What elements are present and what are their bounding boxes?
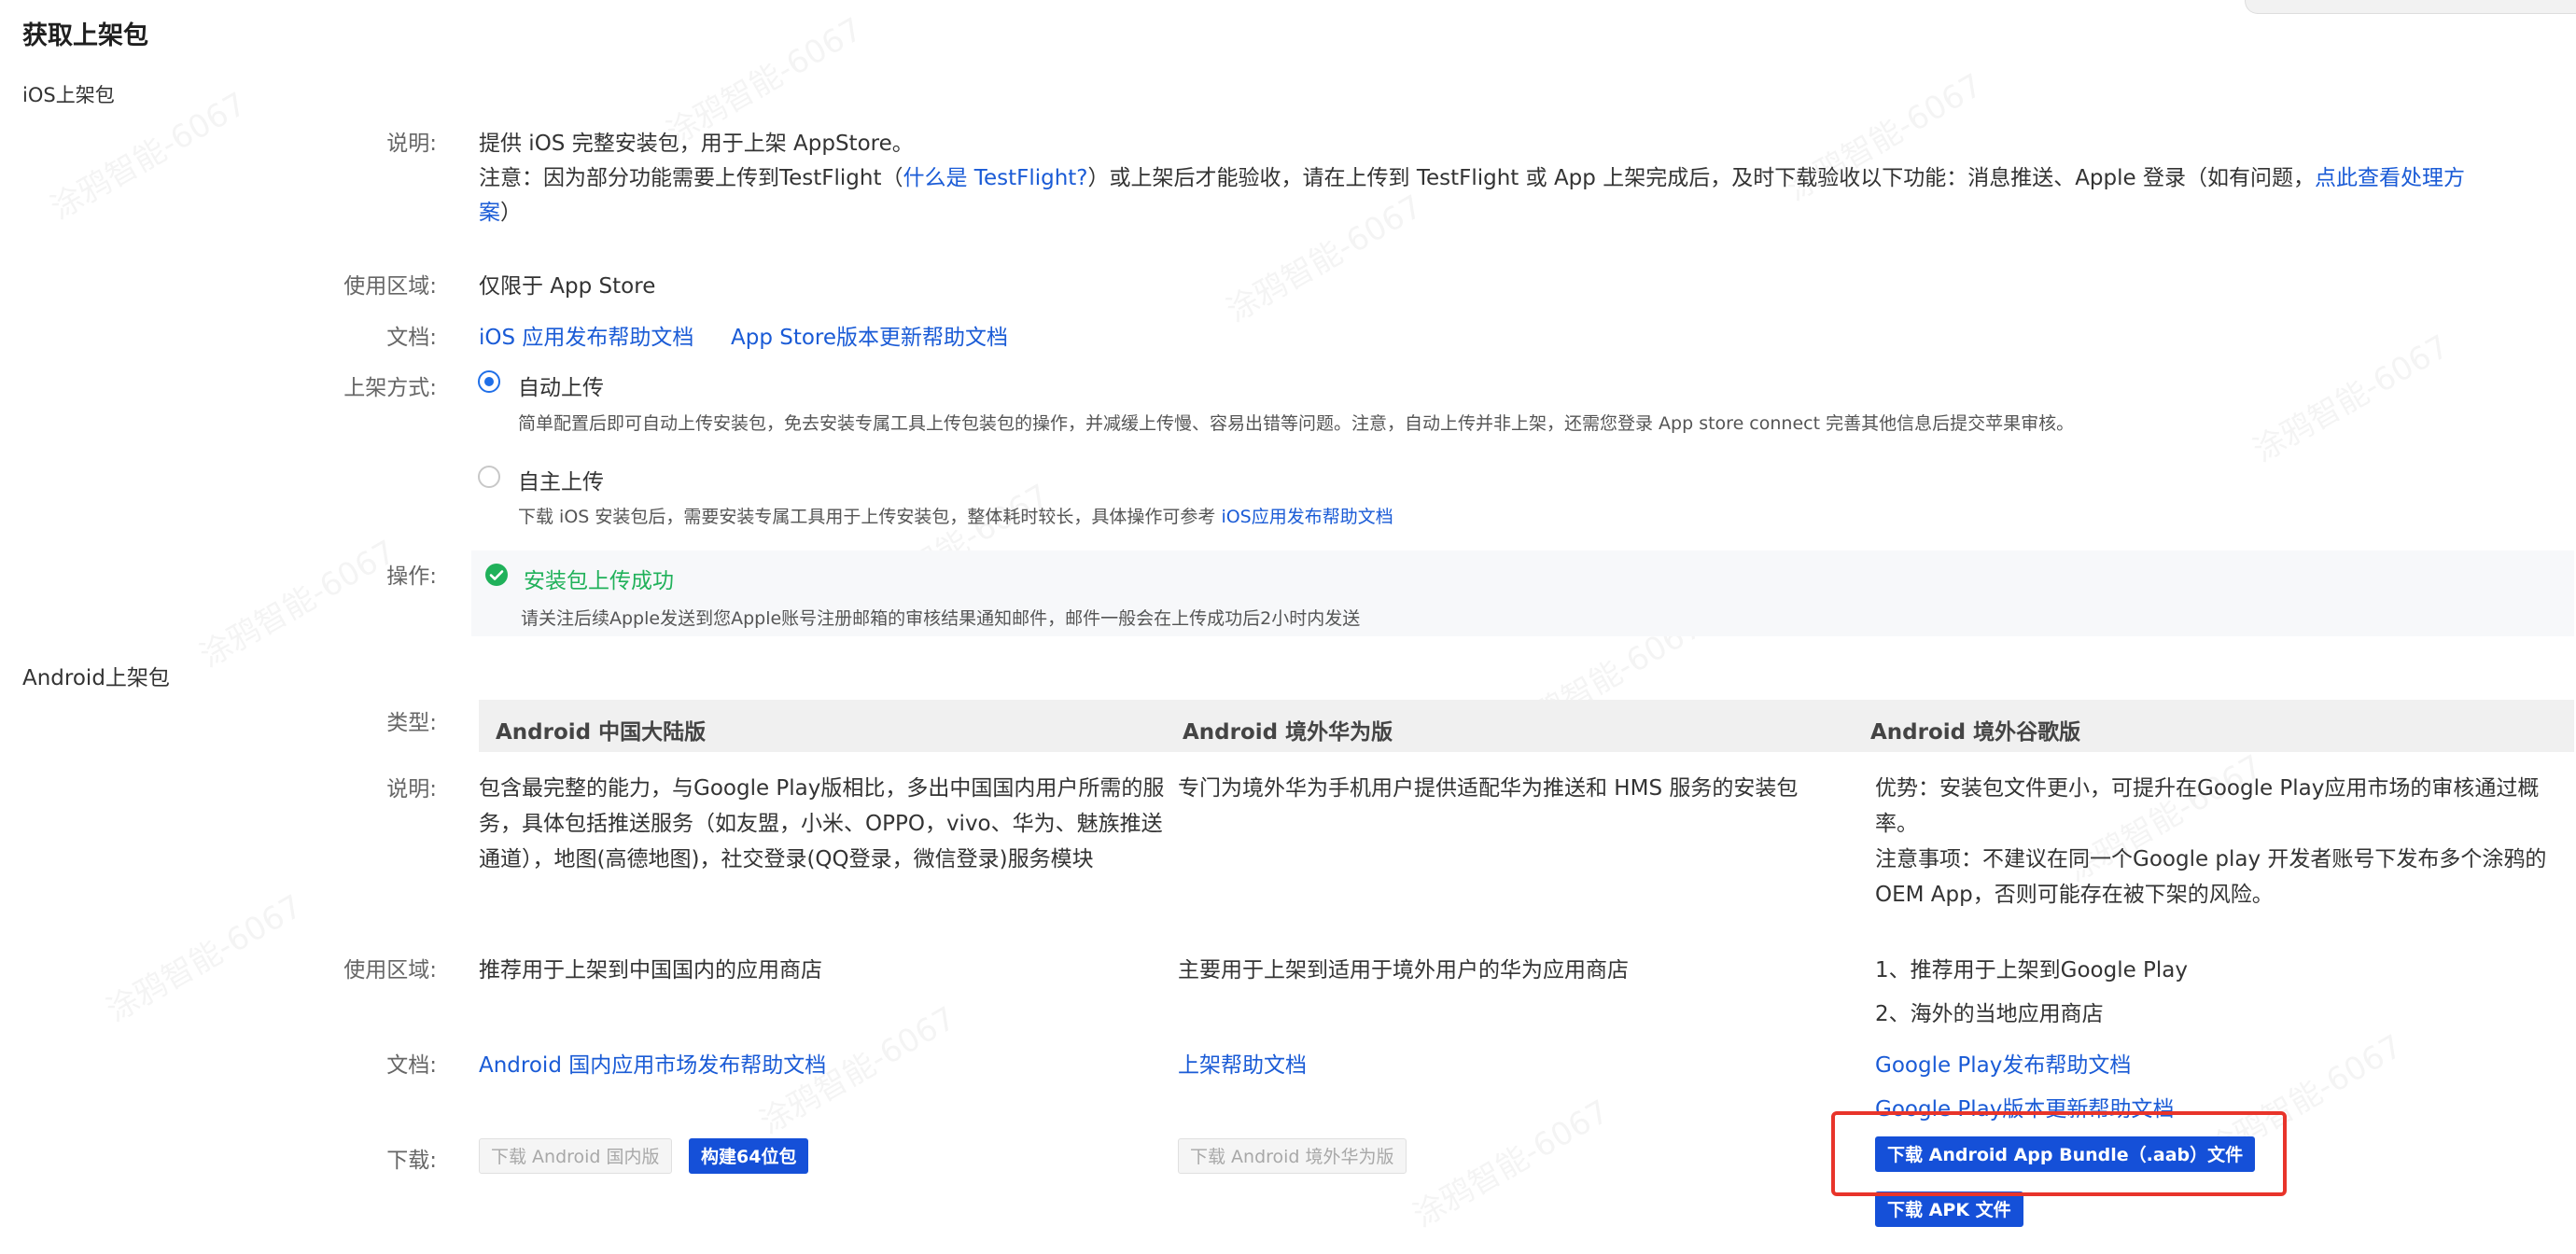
android-region-label: 使用区域: <box>343 958 437 982</box>
android-desc-label: 说明: <box>386 777 437 801</box>
ios-desc-note-cont: 案） <box>479 194 522 226</box>
build-64bit-button[interactable]: 构建64位包 <box>689 1138 809 1174</box>
manual-upload-desc: 下载 iOS 安装包后，需要安装专属工具用于上传安装包，整体耗时较长，具体操作可… <box>518 503 1393 528</box>
col-header-cn: Android 中国大陆版 <box>496 720 707 745</box>
auto-upload-desc: 简单配置后即可自动上传安装包，免去安装专属工具上传包装包的操作，并减缓上传慢、容… <box>518 413 2075 434</box>
col-header-huawei: Android 境外华为版 <box>1183 720 1393 745</box>
top-right-panel-edge <box>2245 0 2576 14</box>
col-header-google: Android 境外谷歌版 <box>1870 720 2081 745</box>
ios-section-title: iOS上架包 <box>22 84 115 106</box>
ios-publish-doc-link-2[interactable]: iOS应用发布帮助文档 <box>1221 507 1393 527</box>
cn-publish-doc-link[interactable]: Android 国内应用市场发布帮助文档 <box>479 1047 826 1079</box>
page-title: 获取上架包 <box>22 21 148 50</box>
manual-upload-desc-text: 下载 iOS 安装包后，需要安装专属工具用于上传安装包，整体耗时较长，具体操作可… <box>518 507 1216 527</box>
appstore-update-doc-link[interactable]: App Store版本更新帮助文档 <box>731 319 1008 351</box>
huawei-region: 主要用于上架到适用于境外用户的华为应用商店 <box>1178 958 1629 982</box>
ios-action-label: 操作: <box>386 564 437 589</box>
note-suffix: ） <box>500 201 522 225</box>
cn-desc: 包含最完整的能力，与Google Play版相比，多出中国国内用户所需的服务，具… <box>479 776 1165 871</box>
ios-desc-line1: 提供 iOS 完整安装包，用于上架 AppStore。 <box>479 132 914 156</box>
ios-publish-doc-link[interactable]: iOS 应用发布帮助文档 <box>479 319 693 351</box>
ios-method-label: 上架方式: <box>343 376 437 400</box>
google-region-2: 2、海外的当地应用商店 <box>1875 1002 2104 1026</box>
google-desc-2: 注意事项：不建议在同一个Google play 开发者账号下发布多个涂鸦的OEM… <box>1875 847 2547 907</box>
android-type-label: 类型: <box>386 711 437 735</box>
radio-unchecked-icon[interactable] <box>478 466 500 488</box>
radio-checked-icon[interactable] <box>478 370 500 393</box>
what-is-testflight-link[interactable]: 什么是 TestFlight? <box>903 166 1088 190</box>
cn-region: 推荐用于上架到中国国内的应用商店 <box>479 958 822 982</box>
google-region-1: 1、推荐用于上架到Google Play <box>1875 958 2189 982</box>
google-publish-doc-link[interactable]: Google Play发布帮助文档 <box>1875 1047 2131 1079</box>
download-huawei-button[interactable]: 下载 Android 境外华为版 <box>1178 1138 1407 1174</box>
note-prefix: 注意：因为部分功能需要上传到TestFlight（ <box>479 166 903 190</box>
huawei-desc: 专门为境外华为手机用户提供适配华为推送和 HMS 服务的安装包 <box>1178 776 1799 801</box>
android-type-header <box>479 700 2574 752</box>
highlight-annotation-box <box>1831 1111 2287 1196</box>
google-desc-1: 优势：安装包文件更小，可提升在Google Play应用市场的审核通过概率。 <box>1875 776 2540 836</box>
check-circle-icon <box>485 564 508 586</box>
ios-desc-label: 说明: <box>386 132 437 156</box>
upload-success-title: 安装包上传成功 <box>524 569 674 593</box>
ios-desc-note: 注意：因为部分功能需要上传到TestFlight（什么是 TestFlight?… <box>479 160 2465 191</box>
android-section-title: Android上架包 <box>22 666 170 690</box>
view-solution-link[interactable]: 点此查看处理方 <box>2315 166 2465 190</box>
ios-region-label: 使用区域: <box>343 274 437 299</box>
android-download-label: 下载: <box>386 1149 437 1173</box>
note-middle: ）或上架后才能验收，请在上传到 TestFlight 或 App 上架完成后，及… <box>1087 166 2315 190</box>
auto-upload-label[interactable]: 自动上传 <box>518 369 604 401</box>
manual-upload-label[interactable]: 自主上传 <box>518 464 604 495</box>
download-cn-button[interactable]: 下载 Android 国内版 <box>479 1138 672 1174</box>
android-docs-label: 文档: <box>386 1053 437 1078</box>
huawei-doc-link[interactable]: 上架帮助文档 <box>1178 1047 1307 1079</box>
ios-docs-label: 文档: <box>386 326 437 350</box>
view-solution-link-cont[interactable]: 案 <box>479 201 500 225</box>
download-apk-button[interactable]: 下载 APK 文件 <box>1875 1191 2023 1227</box>
upload-success-desc: 请关注后续Apple发送到您Apple账号注册邮箱的审核结果通知邮件，邮件一般会… <box>521 608 1361 629</box>
ios-region-value: 仅限于 App Store <box>479 274 656 299</box>
